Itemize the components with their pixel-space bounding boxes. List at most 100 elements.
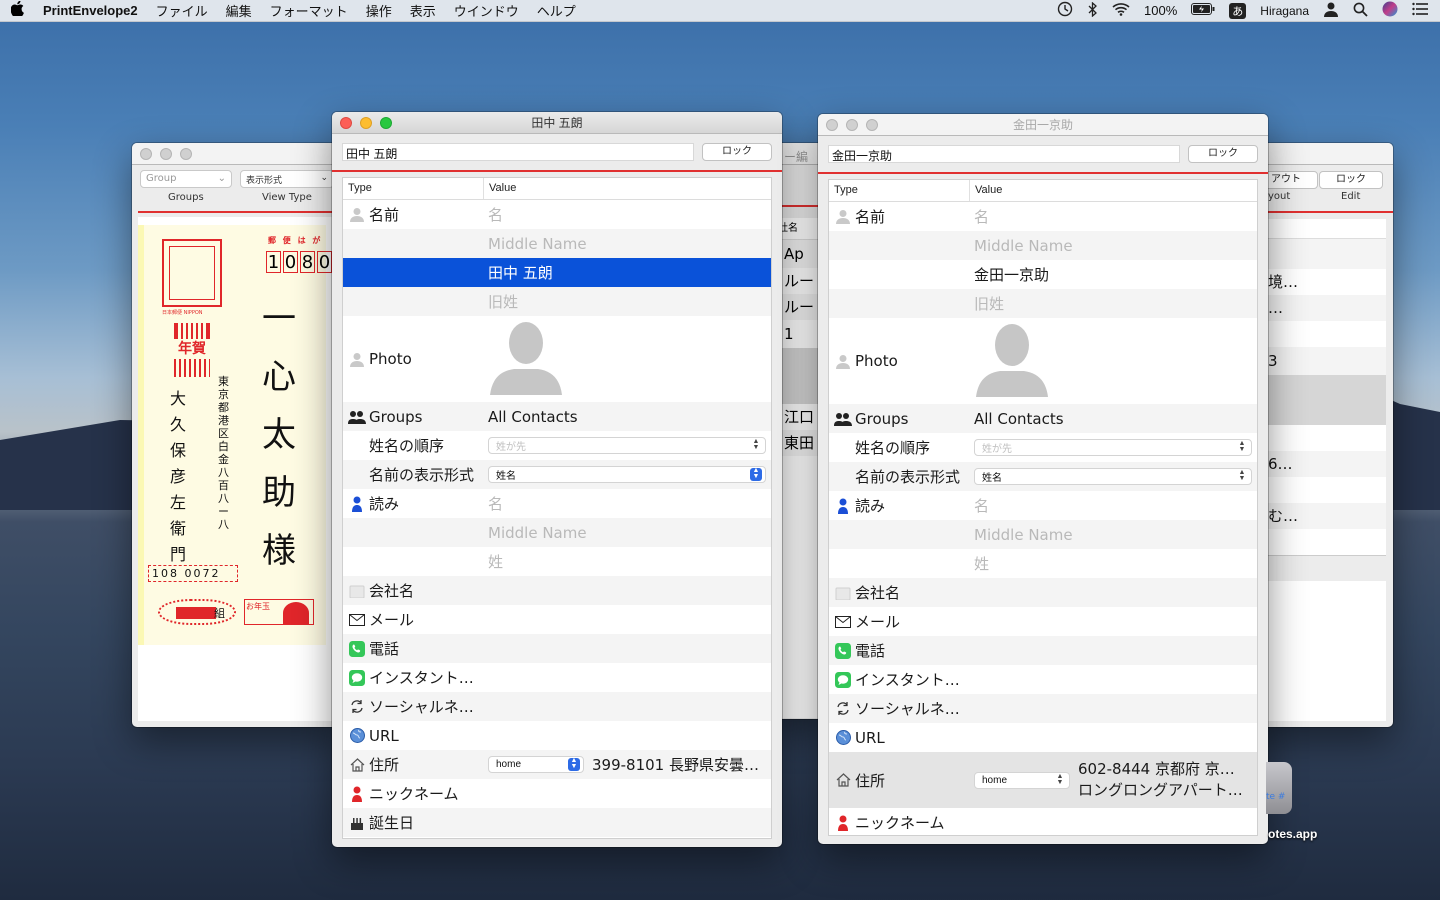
minimize-button[interactable] [160, 148, 172, 160]
row-value[interactable]: 名 [488, 493, 771, 514]
wifi-icon[interactable] [1112, 2, 1130, 19]
menu-help[interactable]: ヘルプ [528, 1, 585, 20]
table-row[interactable]: ソーシャルネ… [343, 692, 771, 721]
table-row[interactable]: 読み 名 [343, 489, 771, 518]
table-row[interactable]: 名前の表示形式 姓名 ▲ ▼ [343, 460, 771, 489]
app-menu[interactable]: PrintEnvelope2 [34, 3, 147, 18]
row-value[interactable]: Middle Name [488, 235, 771, 253]
row-value[interactable]: Middle Name [974, 237, 1257, 255]
row-value[interactable]: 姓 [488, 551, 771, 572]
group-select[interactable]: Group ⌄ [140, 170, 232, 188]
row-value[interactable]: 姓が先 ▲ ▼ [488, 437, 771, 454]
notification-center-icon[interactable] [1412, 2, 1428, 19]
table-row[interactable]: 金田一京助 [829, 260, 1257, 289]
table-row[interactable]: 名前 名 [829, 202, 1257, 231]
input-source-name[interactable]: Hiragana [1260, 4, 1309, 18]
table-row[interactable]: 住所 home ▲ ▼ 602-8444 京都府 京… ロングロングアパート… [829, 752, 1257, 808]
zoom-button[interactable] [180, 148, 192, 160]
table-row[interactable]: ニックネーム [343, 779, 771, 808]
row-value[interactable]: All Contacts [974, 410, 1257, 428]
list-item[interactable]: 6… [1268, 451, 1386, 477]
menu-edit[interactable]: 編集 [217, 1, 261, 20]
apple-menu-icon[interactable] [0, 0, 34, 20]
table-row[interactable]: 姓 [829, 549, 1257, 578]
table-row[interactable]: Middle Name [343, 229, 771, 258]
name-field[interactable]: 田中 五朗 [342, 143, 694, 161]
type-column-header[interactable]: Type [829, 180, 970, 201]
list-item[interactable]: … [1268, 295, 1386, 321]
desktop-app-label[interactable]: otes.app [1268, 827, 1317, 841]
table-row[interactable]: 住所 home ▲ ▼ 399-8101 長野県安曇… [343, 750, 771, 779]
table-row[interactable]: インスタント… [343, 663, 771, 692]
table-row[interactable]: 姓名の順序 姓が先 ▲ ▼ [343, 431, 771, 460]
table-row[interactable]: Groups All Contacts [343, 402, 771, 431]
lock-button[interactable]: ロック [702, 143, 772, 161]
row-value[interactable]: All Contacts [488, 408, 771, 426]
desktop-app-icon[interactable]: te # [1266, 762, 1292, 814]
table-row[interactable]: インスタント… [829, 665, 1257, 694]
photo-well[interactable] [488, 319, 771, 399]
name-format-select[interactable]: 姓名 ▲ ▼ [488, 466, 766, 483]
table-row[interactable]: URL [343, 721, 771, 750]
address-label-select[interactable]: home ▲ ▼ [974, 771, 1070, 789]
table-row[interactable]: ソーシャルネ… [829, 694, 1257, 723]
close-button[interactable] [826, 119, 838, 131]
row-value[interactable]: 名 [974, 206, 1257, 227]
value-column-header[interactable]: Value [484, 178, 521, 199]
value-column-header[interactable]: Value [970, 180, 1007, 201]
row-value[interactable]: 姓 [974, 553, 1257, 574]
table-row[interactable]: 読み 名 [829, 491, 1257, 520]
name-order-select[interactable]: 姓が先 ▲ ▼ [974, 439, 1252, 456]
table-row[interactable]: メール [829, 607, 1257, 636]
row-value[interactable]: home ▲ ▼ 399-8101 長野県安曇… [488, 754, 771, 775]
list-item[interactable]: 境… [1268, 269, 1386, 295]
table-row[interactable]: Middle Name [829, 231, 1257, 260]
table-row[interactable]: 旧姓 [343, 287, 771, 316]
table-row[interactable]: ニックネーム [829, 808, 1257, 835]
table-row[interactable]: 会社名 [343, 576, 771, 605]
menu-format[interactable]: フォーマット [261, 1, 357, 20]
lock-button[interactable]: ロック [1188, 145, 1258, 163]
user-icon[interactable] [1323, 1, 1339, 20]
photo-well[interactable] [974, 321, 1257, 401]
table-row[interactable]: Photo [829, 318, 1257, 404]
row-value[interactable]: 旧姓 [974, 293, 1257, 314]
row-value[interactable]: 名 [974, 495, 1257, 516]
time-machine-icon[interactable] [1056, 1, 1074, 20]
list-item[interactable]: む… [1268, 503, 1386, 529]
row-value[interactable]: 姓名 ▲ ▼ [488, 466, 771, 483]
table-row[interactable]: 旧姓 [829, 289, 1257, 318]
table-row[interactable]: 会社名 [829, 578, 1257, 607]
menu-operation[interactable]: 操作 [357, 1, 401, 20]
row-value[interactable]: 旧姓 [488, 291, 771, 312]
spotlight-search-icon[interactable] [1353, 2, 1368, 20]
row-value[interactable]: 姓が先 ▲ ▼ [974, 439, 1257, 456]
zoom-button[interactable] [380, 117, 392, 129]
input-source-badge[interactable]: あ [1229, 2, 1247, 19]
name-field[interactable]: 金田一京助 [828, 145, 1180, 163]
close-button[interactable] [340, 117, 352, 129]
list-item[interactable]: 3 [1268, 347, 1386, 375]
row-value[interactable]: home ▲ ▼ 602-8444 京都府 京… ロングロングアパート… [974, 759, 1257, 801]
row-value[interactable]: Middle Name [488, 524, 771, 542]
menu-view[interactable]: 表示 [401, 1, 445, 20]
table-row[interactable]: 田中 五朗 [343, 258, 771, 287]
row-value[interactable]: 金田一京助 [974, 264, 1257, 285]
lock-button[interactable]: ロック [1319, 171, 1383, 189]
table-row[interactable]: Middle Name [343, 518, 771, 547]
menu-window[interactable]: ウインドウ [445, 1, 528, 20]
table-row[interactable]: URL [829, 723, 1257, 752]
zoom-button[interactable] [866, 119, 878, 131]
bluetooth-icon[interactable] [1088, 1, 1098, 20]
table-row[interactable]: 電話 [343, 634, 771, 663]
row-value[interactable]: 姓名 ▲ ▼ [974, 468, 1257, 485]
table-row[interactable]: メール [343, 605, 771, 634]
menu-file[interactable]: ファイル [147, 1, 217, 20]
close-button[interactable] [140, 148, 152, 160]
table-row[interactable]: 電話 [829, 636, 1257, 665]
table-row[interactable]: Groups All Contacts [829, 404, 1257, 433]
table-row[interactable]: 姓名の順序 姓が先 ▲ ▼ [829, 433, 1257, 462]
minimize-button[interactable] [360, 117, 372, 129]
table-row[interactable]: 誕生日 [343, 808, 771, 837]
table-row[interactable]: Photo [343, 316, 771, 402]
